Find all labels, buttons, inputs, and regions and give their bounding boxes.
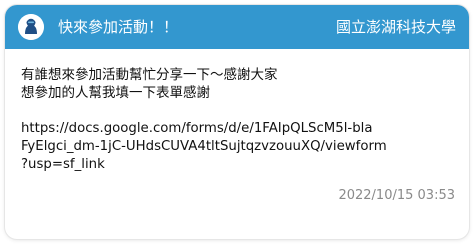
link-text-line[interactable]: FyElgci_dm-1jC-UHdsCUVA4tltSujtqzvzouuXQ… — [21, 138, 461, 156]
post-card[interactable]: 快來參加活動！！ 國立澎湖科技大學 有誰想來參加活動幫忙分享一下～感謝大家 想參… — [5, 5, 469, 239]
post-text-line: 想參加的人幫我填一下表單感謝 — [21, 85, 210, 101]
form-link[interactable]: https://docs.google.com/forms/d/e/1FAIpQ… — [21, 120, 461, 174]
school-name[interactable]: 國立澎湖科技大學 — [336, 17, 456, 37]
post-header: 快來參加活動！！ 國立澎湖科技大學 — [5, 5, 469, 49]
post-text-line: 有誰想來參加活動幫忙分享一下～感謝大家 — [21, 67, 278, 83]
anonymous-user-icon[interactable] — [18, 14, 44, 40]
post-timestamp: 2022/10/15 03:53 — [338, 188, 455, 203]
link-text-line[interactable]: ?usp=sf_link — [21, 156, 461, 174]
link-text-line[interactable]: https://docs.google.com/forms/d/e/1FAIpQ… — [21, 120, 461, 138]
post-content: 有誰想來參加活動幫忙分享一下～感謝大家 想參加的人幫我填一下表單感謝 https… — [21, 66, 461, 174]
post-title[interactable]: 快來參加活動！！ — [58, 17, 178, 37]
